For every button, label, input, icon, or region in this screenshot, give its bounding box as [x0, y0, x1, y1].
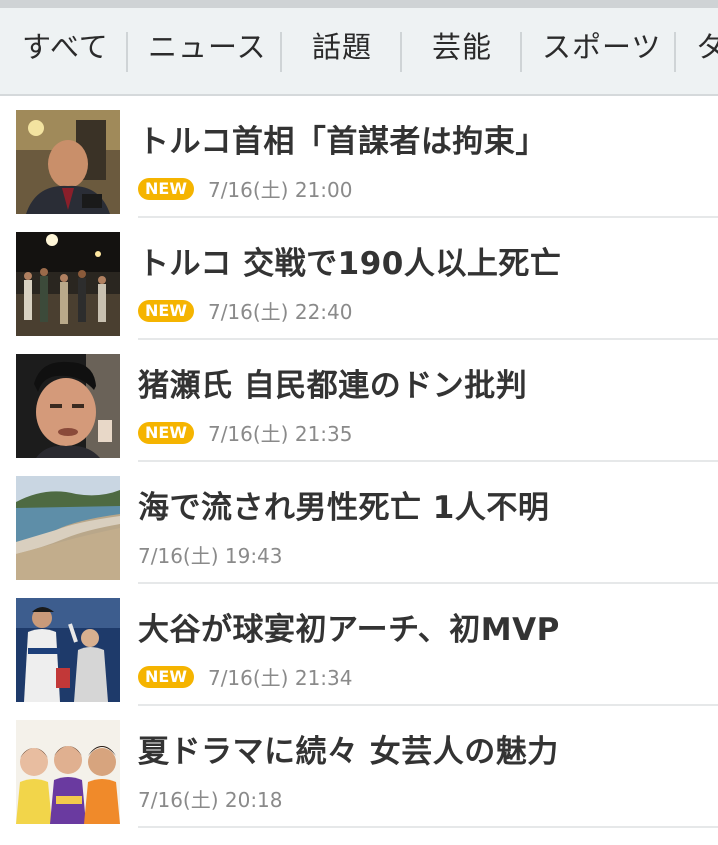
news-item[interactable]: トルコ 交戦で190人以上死亡 NEW 7/16(土) 22:40 — [0, 218, 718, 340]
news-timestamp: 7/16(土) 21:35 — [207, 422, 353, 446]
baseball-player-photo — [16, 598, 120, 702]
new-badge: NEW — [138, 665, 194, 688]
turkey-prime-minister-photo — [16, 110, 120, 214]
news-item[interactable]: トルコ首相「首謀者は拘束」 NEW 7/16(土) 21:00 — [0, 96, 718, 218]
news-meta: NEW 7/16(土) 22:40 — [138, 296, 353, 324]
news-item[interactable]: 大谷が球宴初アーチ、初MVP NEW 7/16(土) 21:34 — [0, 584, 718, 706]
news-meta: NEW 7/16(土) 21:35 — [138, 418, 353, 446]
news-timestamp: 7/16(土) 22:40 — [207, 300, 353, 324]
news-item[interactable]: 海で流され男性死亡 1人不明 7/16(土) 19:43 — [0, 462, 718, 584]
news-timestamp: 7/16(土) 20:18 — [138, 788, 283, 812]
news-timestamp: 7/16(土) 21:34 — [207, 666, 353, 690]
news-meta: NEW 7/16(土) 21:34 — [138, 662, 353, 690]
tab-separator — [400, 32, 402, 72]
comedians-group-photo — [16, 720, 120, 824]
politician-portrait-photo — [16, 354, 120, 458]
news-meta: 7/16(土) 19:43 — [138, 540, 283, 568]
new-badge: NEW — [138, 177, 194, 200]
tab-topics[interactable]: 話題 — [312, 8, 372, 94]
news-timestamp: 7/16(土) 19:43 — [138, 544, 283, 568]
category-tab-bar: すべて ニュース 話題 芸能 スポーツ タ — [0, 8, 718, 96]
tab-separator — [674, 32, 676, 72]
tab-separator — [520, 32, 522, 72]
new-badge: NEW — [138, 299, 194, 322]
new-badge: NEW — [138, 421, 194, 444]
news-timestamp: 7/16(土) 21:00 — [207, 178, 353, 202]
tab-separator — [126, 32, 128, 72]
news-headline[interactable]: 夏ドラマに続々 女芸人の魅力 — [138, 726, 559, 771]
top-edge-bar — [0, 0, 718, 8]
tab-news[interactable]: ニュース — [148, 8, 267, 94]
tab-next-partial[interactable]: タ — [696, 8, 718, 94]
news-meta: NEW 7/16(土) 21:00 — [138, 174, 353, 202]
row-divider — [138, 826, 718, 828]
news-headline[interactable]: トルコ首相「首謀者は拘束」 — [138, 116, 547, 161]
tab-separator — [280, 32, 282, 72]
news-meta: 7/16(土) 20:18 — [138, 784, 283, 812]
tab-all[interactable]: すべて — [22, 8, 109, 94]
news-headline[interactable]: トルコ 交戦で190人以上死亡 — [138, 238, 561, 283]
tab-sports[interactable]: スポーツ — [542, 8, 661, 94]
news-headline[interactable]: 海で流され男性死亡 1人不明 — [138, 482, 549, 527]
news-headline[interactable]: 大谷が球宴初アーチ、初MVP — [138, 604, 560, 649]
beach-photo — [16, 476, 120, 580]
news-item[interactable]: 夏ドラマに続々 女芸人の魅力 7/16(土) 20:18 — [0, 706, 718, 828]
tab-entertainment[interactable]: 芸能 — [432, 8, 492, 94]
news-headline[interactable]: 猪瀬氏 自民都連のドン批判 — [138, 360, 527, 405]
news-item[interactable]: 猪瀬氏 自民都連のドン批判 NEW 7/16(土) 21:35 — [0, 340, 718, 462]
night-street-crowd-photo — [16, 232, 120, 336]
